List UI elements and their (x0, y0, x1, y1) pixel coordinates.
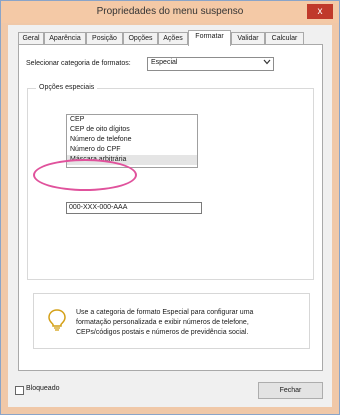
list-item-cep[interactable]: CEP (67, 115, 197, 125)
locked-label[interactable]: Bloqueado (26, 385, 59, 392)
lightbulb-icon (47, 308, 67, 332)
locked-checkbox[interactable] (15, 386, 24, 395)
info-line: CEPs/códigos postais e números de previd… (76, 329, 249, 336)
dialog-client: Geral Aparência Posição Opções Ações For… (8, 25, 332, 407)
info-box: Use a categoria de formato Especial para… (33, 293, 310, 349)
close-window-icon[interactable]: x (307, 4, 333, 19)
highlight-ellipse-annotation (33, 159, 137, 191)
info-line: Use a categoria de formato Especial para… (76, 309, 254, 316)
dialog-window: Propriedades do menu suspenso x Geral Ap… (0, 0, 340, 415)
format-category-label: Selecionar categoria de formatos: (26, 60, 131, 67)
format-category-value: Especial (151, 59, 178, 66)
tab-formatar[interactable]: Formatar (188, 30, 231, 46)
list-item-cep-oito-digitos[interactable]: CEP de oito dígitos (67, 125, 197, 135)
list-item-telefone[interactable]: Número de telefone (67, 135, 197, 145)
window-title: Propriedades do menu suspenso (96, 6, 244, 17)
info-text: Use a categoria de formato Especial para… (76, 308, 301, 338)
list-item-cpf[interactable]: Número do CPF (67, 145, 197, 155)
chevron-down-icon (262, 59, 272, 69)
special-options-label: Opções especiais (36, 84, 98, 91)
format-panel: Selecionar categoria de formatos: Especi… (18, 44, 323, 371)
format-category-select[interactable]: Especial (147, 57, 274, 71)
mask-input[interactable]: 000-XXX-000-AAA (66, 202, 202, 214)
info-line: formatação personalizada e exibir número… (76, 319, 249, 326)
close-button[interactable]: Fechar (258, 382, 323, 399)
title-bar[interactable]: Propriedades do menu suspenso x (1, 1, 339, 23)
